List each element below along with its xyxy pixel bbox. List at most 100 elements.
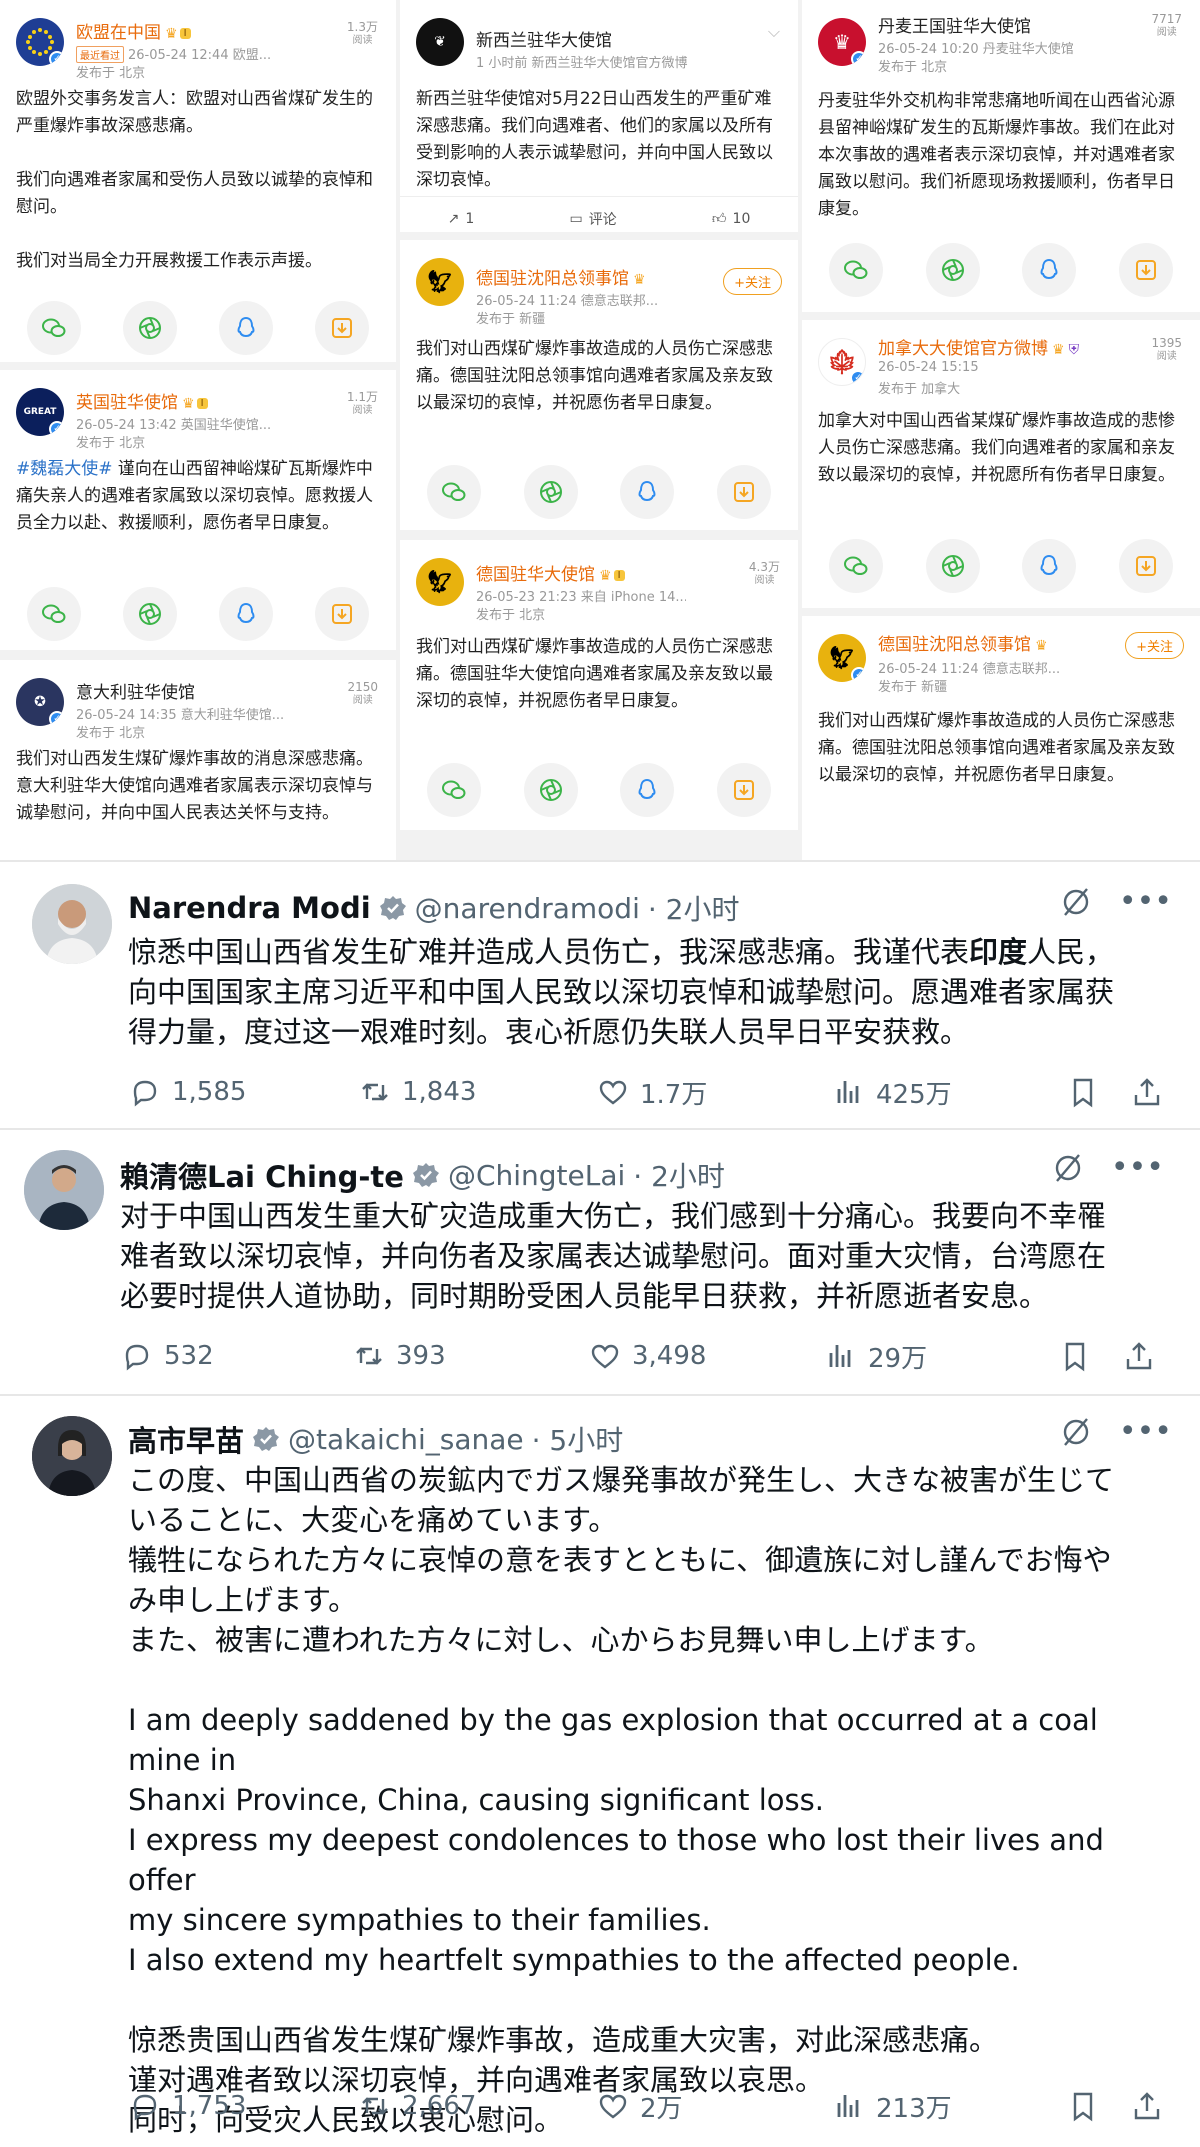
denmark-crest-avatar[interactable]: ♛ ✓ [818, 18, 866, 66]
views-button[interactable]: 213万 [832, 2088, 952, 2125]
more-options-icon[interactable]: ••• [1119, 884, 1172, 919]
reply-button[interactable]: 532 [120, 1339, 214, 1373]
share-button[interactable] [1130, 1075, 1164, 1109]
avatar[interactable] [32, 1416, 112, 1496]
chevron-down-icon[interactable]: ⌵ [768, 22, 780, 42]
moments-share-button[interactable] [925, 539, 980, 593]
avatar[interactable] [24, 1150, 104, 1230]
account-name[interactable]: 新西兰驻华大使馆 [476, 26, 612, 51]
wechat-share-button[interactable] [427, 763, 482, 817]
post-actions: ↗ 1 ▭ 评论 👍︎ 10 [400, 196, 798, 232]
tweet-modi[interactable]: Narendra Modi @narendramodi · 2小时 ••• 惊悉… [0, 862, 1200, 1128]
account-name[interactable]: 德国驻华大使馆 ♛ Ⅰ [476, 560, 625, 585]
views-button[interactable]: 425万 [832, 1074, 952, 1111]
wechat-share-button[interactable] [829, 539, 884, 593]
german-eagle-avatar[interactable]: 🦅︎ [416, 558, 464, 606]
account-name[interactable]: 加拿大大使馆官方微博 ♛ ⛨ [878, 334, 1079, 359]
like-button[interactable]: 1.7万 [596, 1074, 707, 1111]
wechat-share-button[interactable] [829, 243, 884, 297]
account-name[interactable]: 丹麦王国驻华大使馆 [878, 12, 1031, 37]
weibo-post-canada[interactable]: 🍁︎ ✓ 加拿大大使馆官方微博 ♛ ⛨ 26-05-24 15:15 发布于 加拿大… [802, 320, 1200, 608]
weibo-post-new-zealand[interactable]: ❦ 新西兰驻华大使馆 1 小时前 新西兰驻华大使馆官方微博 ⌵ 新西兰驻华使馆对… [400, 0, 798, 232]
save-image-button[interactable] [1118, 243, 1173, 297]
qq-share-button[interactable] [1022, 539, 1077, 593]
display-name[interactable]: Narendra Modi [128, 891, 371, 925]
bookmark-button[interactable] [1058, 1339, 1092, 1373]
german-eagle-avatar[interactable]: 🦅︎ [416, 258, 464, 306]
views-button[interactable]: 29万 [824, 1338, 927, 1375]
nz-fern-avatar[interactable]: ❦ [416, 18, 464, 66]
tweet-time[interactable]: · 5小时 [532, 1419, 624, 1459]
qq-share-button[interactable] [219, 301, 273, 355]
reply-button[interactable]: 1,753 [128, 2089, 246, 2123]
save-image-button[interactable] [1118, 539, 1173, 593]
user-handle[interactable]: @takaichi_sanae [288, 1423, 524, 1456]
moments-share-button[interactable] [523, 763, 578, 817]
moments-share-button[interactable] [925, 243, 980, 297]
wechat-share-button[interactable] [27, 301, 81, 355]
retweet-button[interactable]: 1,843 [358, 1075, 476, 1109]
like-button[interactable]: 2万 [596, 2088, 683, 2125]
bookmark-button[interactable] [1066, 1075, 1100, 1109]
bookmark-button[interactable] [1066, 2089, 1100, 2123]
tweet-time[interactable]: · 2小时 [633, 1155, 725, 1195]
qq-share-button[interactable] [620, 763, 675, 817]
like-button[interactable]: 👍︎ 10 [712, 210, 750, 228]
follow-button[interactable]: +关注 [1125, 632, 1184, 659]
reply-button[interactable]: 1,585 [128, 1075, 246, 1109]
grok-icon[interactable] [1051, 1151, 1085, 1185]
grok-icon[interactable] [1059, 1415, 1093, 1449]
repost-button[interactable]: ↗ 1 [448, 211, 475, 227]
grok-icon[interactable] [1059, 885, 1093, 919]
eu-flag-avatar[interactable]: ✓ [16, 18, 64, 66]
weibo-post-eu[interactable]: ✓ 欧盟在中国 ♛ Ⅰ 最近看过 26-05-24 12:44 欧盟... 发布于 北… [0, 0, 396, 362]
account-name[interactable]: 德国驻沈阳总领事馆 ♛ [476, 264, 646, 289]
user-handle[interactable]: @narendramodi [415, 892, 640, 925]
like-button[interactable]: 3,498 [588, 1339, 706, 1373]
weibo-post-german-shenyang[interactable]: 🦅︎ 德国驻沈阳总领事馆 ♛ 26-05-24 11:24 德意志联邦... 发布… [400, 240, 798, 530]
uk-great-avatar[interactable]: GREAT ✓ [16, 388, 64, 436]
retweet-button[interactable]: 393 [352, 1339, 446, 1373]
italy-emblem-avatar[interactable]: ✪ ✓ [16, 678, 64, 726]
account-name[interactable]: 英国驻华使馆 ♛ Ⅰ [76, 388, 208, 413]
hashtag-link[interactable]: #魏磊大使# [16, 459, 113, 479]
save-image-button[interactable] [315, 301, 369, 355]
retweet-button[interactable]: 2,667 [358, 2089, 476, 2123]
tweet-lai[interactable]: 賴清德Lai Ching-te @ChingteLai · 2小时 ••• 对于… [0, 1130, 1200, 1394]
wechat-share-button[interactable] [427, 465, 482, 519]
post-location: 发布于 北京 [878, 60, 948, 75]
more-options-icon[interactable]: ••• [1111, 1150, 1164, 1185]
follow-button[interactable]: +关注 [723, 268, 782, 295]
moments-share-button[interactable] [123, 301, 177, 355]
avatar[interactable] [32, 884, 112, 964]
tweet-time[interactable]: · 2小时 [648, 888, 740, 928]
save-image-button[interactable] [716, 465, 771, 519]
view-count: 2150 阅读 [347, 680, 378, 708]
german-eagle-avatar[interactable]: 🦅︎ ✓ [818, 634, 866, 682]
wechat-share-button[interactable] [27, 587, 81, 641]
display-name[interactable]: 高市早苗 [128, 1418, 244, 1460]
weibo-post-uk[interactable]: GREAT ✓ 英国驻华使馆 ♛ Ⅰ 26-05-24 13:42 英国驻华使馆..… [0, 370, 396, 650]
display-name[interactable]: 賴清德Lai Ching-te [120, 1154, 404, 1196]
weibo-post-denmark[interactable]: ♛ ✓ 丹麦王国驻华大使馆 26-05-24 10:20 丹麦驻华大使馆 发布于… [802, 0, 1200, 312]
qq-share-button[interactable] [219, 587, 273, 641]
moments-share-button[interactable] [523, 465, 578, 519]
tweet-takaichi[interactable]: 高市早苗 @takaichi_sanae · 5小时 ••• この度、中国山西省… [0, 1396, 1200, 2147]
account-name[interactable]: 欧盟在中国 ♛ Ⅰ [76, 18, 191, 43]
share-button[interactable] [1122, 1339, 1156, 1373]
moments-share-button[interactable] [123, 587, 177, 641]
weibo-post-italy[interactable]: ✪ ✓ 意大利驻华使馆 26-05-24 14:35 意大利驻华使馆... 发布… [0, 660, 396, 860]
account-name[interactable]: 德国驻沈阳总领事馆 ♛ [878, 630, 1048, 655]
account-name[interactable]: 意大利驻华使馆 [76, 678, 195, 703]
qq-share-button[interactable] [620, 465, 675, 519]
user-handle[interactable]: @ChingteLai [448, 1159, 625, 1192]
share-button[interactable] [1130, 2089, 1164, 2123]
more-options-icon[interactable]: ••• [1119, 1414, 1172, 1449]
canada-flag-avatar[interactable]: 🍁︎ ✓ [818, 338, 866, 386]
save-image-button[interactable] [315, 587, 369, 641]
comment-button[interactable]: ▭ 评论 [569, 209, 616, 229]
qq-share-button[interactable] [1022, 243, 1077, 297]
save-image-button[interactable] [716, 763, 771, 817]
weibo-post-german-shenyang-repeat[interactable]: 🦅︎ ✓ 德国驻沈阳总领事馆 ♛ 26-05-24 11:24 德意志联邦... … [802, 616, 1200, 860]
weibo-post-german-embassy[interactable]: 🦅︎ 德国驻华大使馆 ♛ Ⅰ 26-05-23 21:23 来自 iPhone 14… [400, 540, 798, 830]
